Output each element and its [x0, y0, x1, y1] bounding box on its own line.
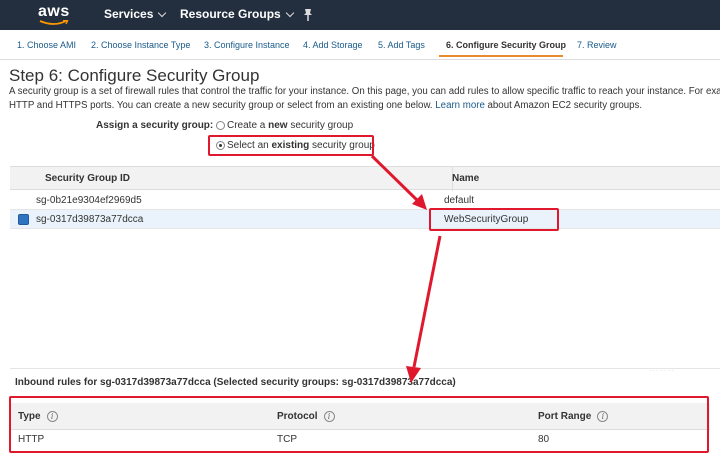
assign-security-group-label: Assign a security group: — [96, 120, 214, 131]
step-configure-security-group[interactable]: 6. Configure Security Group — [446, 40, 566, 50]
inbound-rules-title: Inbound rules for sg-0317d39873a77dcca (… — [15, 377, 456, 388]
chevron-down-icon — [158, 8, 167, 17]
table-row[interactable]: sg-0b21e9304ef2969d5 default — [10, 191, 720, 210]
active-step-indicator — [439, 55, 563, 57]
annotation-box-existing-option — [208, 135, 374, 156]
sg-id-cell: sg-0317d39873a77dcca — [36, 214, 144, 225]
row-select-checkbox[interactable] — [18, 214, 29, 225]
sg-table-header: Security Group ID Name — [10, 166, 720, 191]
step-choose-instance-type[interactable]: 2. Choose Instance Type — [91, 40, 190, 50]
step-choose-ami[interactable]: 1. Choose AMI — [17, 40, 76, 50]
pin-icon[interactable] — [302, 8, 314, 22]
arrow-to-inbound-rules — [412, 235, 442, 368]
step-review[interactable]: 7. Review — [577, 40, 617, 50]
table-row[interactable]: sg-0317d39873a77dcca WebSecurityGroup — [10, 210, 720, 229]
step-add-tags[interactable]: 5. Add Tags — [378, 40, 425, 50]
sg-id-cell: sg-0b21e9304ef2969d5 — [36, 195, 142, 206]
resize-handle-icon[interactable]: ∙∙∙ ∙∙ ∙∙ — [650, 368, 674, 374]
pane-divider[interactable] — [10, 368, 720, 369]
sg-id-column-header[interactable]: Security Group ID — [45, 173, 130, 184]
aws-logo[interactable]: aws — [38, 3, 70, 27]
learn-more-link[interactable]: Learn more — [435, 100, 485, 111]
annotation-box-websecuritygroup — [429, 208, 559, 231]
chevron-down-icon — [285, 8, 294, 17]
page-title: Step 6: Configure Security Group — [9, 66, 260, 85]
resource-groups-menu[interactable]: Resource Groups — [180, 7, 294, 21]
sg-name-column-header[interactable]: Name — [452, 173, 479, 184]
page-description: A security group is a set of firewall ru… — [9, 86, 720, 111]
create-new-sg-radio[interactable] — [216, 121, 225, 130]
sg-name-cell: default — [444, 195, 475, 206]
step-configure-instance[interactable]: 3. Configure Instance — [204, 40, 290, 50]
services-menu[interactable]: Services — [104, 7, 167, 21]
step-add-storage[interactable]: 4. Add Storage — [303, 40, 363, 50]
annotation-box-inbound-rules — [9, 396, 709, 453]
wizard-steps: 1. Choose AMI 2. Choose Instance Type 3.… — [0, 30, 720, 60]
top-nav: aws Services Resource Groups — [0, 0, 720, 30]
aws-smile-icon — [39, 20, 69, 25]
create-new-sg-option[interactable]: Create a new security group — [216, 120, 353, 131]
